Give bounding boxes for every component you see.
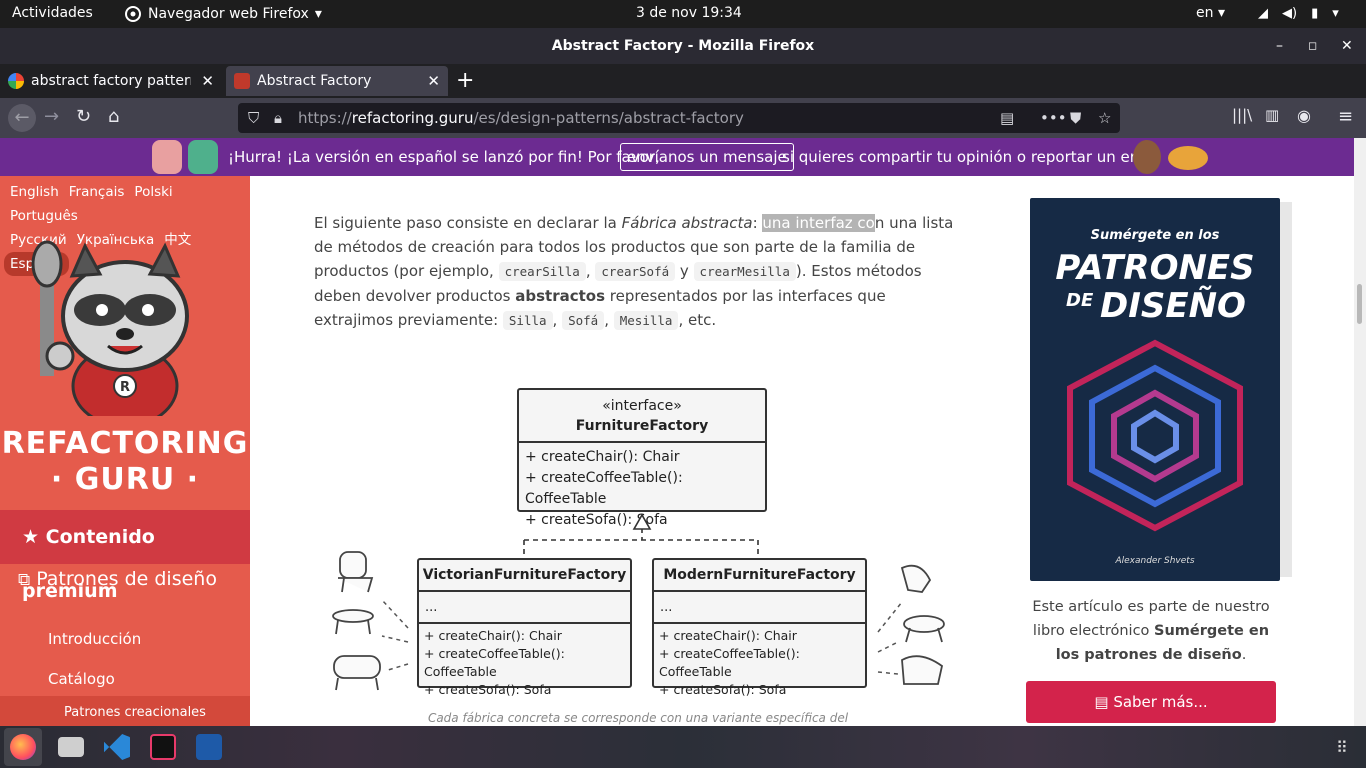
scrollbar-thumb[interactable] (1357, 284, 1362, 324)
class-name: VictorianFurnitureFactory (422, 567, 627, 583)
uml-fields: ... (654, 590, 865, 622)
book-tagline: Sumérgete en los (1090, 228, 1220, 243)
uml-class-modernfurniturefactory: ModernFurnitureFactory ... + createChair… (652, 558, 867, 697)
promo-text-end: . (1241, 647, 1247, 663)
vscode-dock-icon[interactable] (104, 734, 130, 760)
book-promo-text: Este artículo es parte de nuestro libro … (1024, 595, 1278, 667)
uml-methods: + createChair(): Chair + createCoffeeTab… (654, 622, 865, 702)
firefox-dock-icon[interactable] (10, 734, 36, 760)
intellij-dock-icon[interactable] (150, 734, 176, 760)
book-author: Alexander Shvets (1115, 556, 1195, 566)
method: + createCoffeeTable(): CoffeeTable (424, 646, 565, 679)
learn-more-label: Saber más... (1113, 693, 1208, 711)
book-spine (1280, 202, 1292, 577)
class-name: ModernFurnitureFactory (663, 567, 856, 583)
book-cover-art: Sumérgete en los PATRONES DE DISEÑO Alex… (1030, 198, 1280, 581)
uml-fields: ... (419, 590, 630, 622)
book-title-de: DE (1066, 290, 1094, 311)
method: + createChair(): Chair (424, 628, 562, 643)
method: + createSofa(): Sofa (424, 682, 552, 697)
method: + createSofa(): Sofa (659, 682, 787, 697)
files-dock-icon[interactable] (58, 737, 84, 757)
show-apps-icon[interactable]: ⠿ (1336, 738, 1348, 757)
uml-methods: + createChair(): Chair + createCoffeeTab… (419, 622, 630, 702)
network-tool-dock-icon[interactable] (196, 734, 222, 760)
book-title-line1: PATRONES (1055, 248, 1255, 288)
book-icon: ▤ (1094, 693, 1109, 711)
uml-class-victorianfurniturefactory: VictorianFurnitureFactory ... + createCh… (417, 558, 632, 697)
method: + createChair(): Chair (659, 628, 797, 643)
taskbar-dock: ⠿ (0, 726, 1366, 768)
book-cover[interactable]: Sumérgete en los PATRONES DE DISEÑO Alex… (1030, 198, 1292, 581)
page-scrollbar[interactable] (1354, 138, 1366, 726)
learn-more-button[interactable]: ▤ Saber más... (1026, 681, 1276, 723)
book-title-line2: DISEÑO (1100, 286, 1246, 326)
method: + createCoffeeTable(): CoffeeTable (659, 646, 800, 679)
